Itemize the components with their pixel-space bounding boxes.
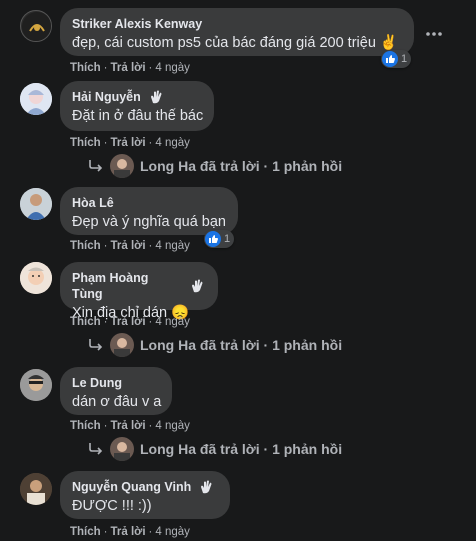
- like-link[interactable]: Thích: [70, 240, 101, 252]
- reply-arrow-icon: [89, 443, 103, 455]
- reaction-number: 1: [224, 233, 231, 245]
- comment-author[interactable]: Striker Alexis Kenway: [72, 16, 402, 32]
- comment-author[interactable]: Hòa Lê: [72, 195, 226, 211]
- comment-author[interactable]: Phạm Hoàng Tùng: [72, 270, 182, 302]
- view-replies[interactable]: Long Ha đã trả lời · 1 phản hồi: [88, 437, 342, 461]
- reaction-count[interactable]: 1: [204, 230, 235, 248]
- comment-text: ĐƯỢC !!! :)): [72, 498, 152, 514]
- replier-avatar: [110, 333, 134, 357]
- wave-badge-icon: [188, 278, 206, 294]
- wave-badge-icon: [197, 479, 215, 495]
- avatar[interactable]: [20, 83, 52, 115]
- comment-actions: Thích · Trả lời · 4 ngày: [70, 240, 190, 252]
- comment-bubble: Phạm Hoàng Tùng Xin địa chỉ dán 😞: [60, 262, 218, 321]
- comment-bubble: Hải Nguyễn Đặt in ở đâu thế bác: [60, 81, 214, 131]
- view-replies[interactable]: Long Ha đã trả lời · 1 phản hồi: [88, 333, 342, 357]
- avatar[interactable]: [20, 262, 52, 294]
- avatar[interactable]: [20, 10, 52, 42]
- timestamp[interactable]: 4 ngày: [155, 526, 190, 538]
- comment-bubble: Le Dung dán ơ đâu v a: [60, 367, 172, 415]
- comment-actions: Thích · Trả lời · 4 ngày: [70, 316, 190, 328]
- comment-author[interactable]: Le Dung: [72, 375, 160, 391]
- comment-text: Đẹp và ý nghĩa quá bạn: [72, 214, 226, 230]
- reply-summary: đã trả lời · 1 phản hồi: [199, 337, 343, 353]
- reaction-number: 1: [401, 53, 408, 65]
- comment-bubble: Hòa Lê Đẹp và ý nghĩa quá bạn: [60, 187, 238, 235]
- timestamp[interactable]: 4 ngày: [155, 137, 190, 149]
- reaction-count[interactable]: 1: [381, 50, 412, 68]
- comment-actions: Thích · Trả lời · 4 ngày: [70, 62, 190, 74]
- reply-arrow-icon: [89, 160, 103, 172]
- reply-link[interactable]: Trả lời: [111, 420, 146, 432]
- reply-link[interactable]: Trả lời: [111, 137, 146, 149]
- reply-summary: đã trả lời · 1 phản hồi: [199, 158, 343, 174]
- reply-link[interactable]: Trả lời: [111, 526, 146, 538]
- like-icon: [382, 51, 398, 67]
- like-link[interactable]: Thích: [70, 420, 101, 432]
- more-options-icon[interactable]: [424, 24, 444, 44]
- timestamp[interactable]: 4 ngày: [155, 420, 190, 432]
- replier-avatar: [110, 437, 134, 461]
- like-icon: [205, 231, 221, 247]
- timestamp[interactable]: 4 ngày: [155, 240, 190, 252]
- reply-link[interactable]: Trả lời: [111, 62, 146, 74]
- reply-arrow-icon: [89, 339, 103, 351]
- comment-text: đẹp, cái custom ps5 của bác đáng giá 200…: [72, 35, 398, 51]
- avatar[interactable]: [20, 369, 52, 401]
- comment-actions: Thích · Trả lời · 4 ngày: [70, 420, 190, 432]
- comment-bubble: Striker Alexis Kenway đẹp, cái custom ps…: [60, 8, 414, 56]
- replier-name: Long Ha: [140, 337, 196, 353]
- comment-author[interactable]: Nguyễn Quang Vinh: [72, 479, 191, 495]
- replier-name: Long Ha: [140, 158, 196, 174]
- comment-actions: Thích · Trả lời · 4 ngày: [70, 137, 190, 149]
- view-replies[interactable]: Long Ha đã trả lời · 1 phản hồi: [88, 154, 342, 178]
- comment-author[interactable]: Hải Nguyễn: [72, 89, 141, 105]
- comment-text: dán ơ đâu v a: [72, 394, 162, 410]
- reply-summary: đã trả lời · 1 phản hồi: [199, 441, 343, 457]
- replier-name: Long Ha: [140, 441, 196, 457]
- timestamp[interactable]: 4 ngày: [155, 62, 190, 74]
- replier-avatar: [110, 154, 134, 178]
- like-link[interactable]: Thích: [70, 62, 101, 74]
- reply-link[interactable]: Trả lời: [111, 240, 146, 252]
- wave-badge-icon: [147, 89, 165, 105]
- like-link[interactable]: Thích: [70, 316, 101, 328]
- avatar[interactable]: [20, 188, 52, 220]
- comment-bubble: Nguyễn Quang Vinh ĐƯỢC !!! :)): [60, 471, 230, 519]
- like-link[interactable]: Thích: [70, 137, 101, 149]
- avatar[interactable]: [20, 473, 52, 505]
- like-link[interactable]: Thích: [70, 526, 101, 538]
- comment-actions: Thích · Trả lời · 4 ngày: [70, 526, 190, 538]
- timestamp[interactable]: 4 ngày: [155, 316, 190, 328]
- comment-text: Đặt in ở đâu thế bác: [72, 108, 204, 124]
- reply-link[interactable]: Trả lời: [111, 316, 146, 328]
